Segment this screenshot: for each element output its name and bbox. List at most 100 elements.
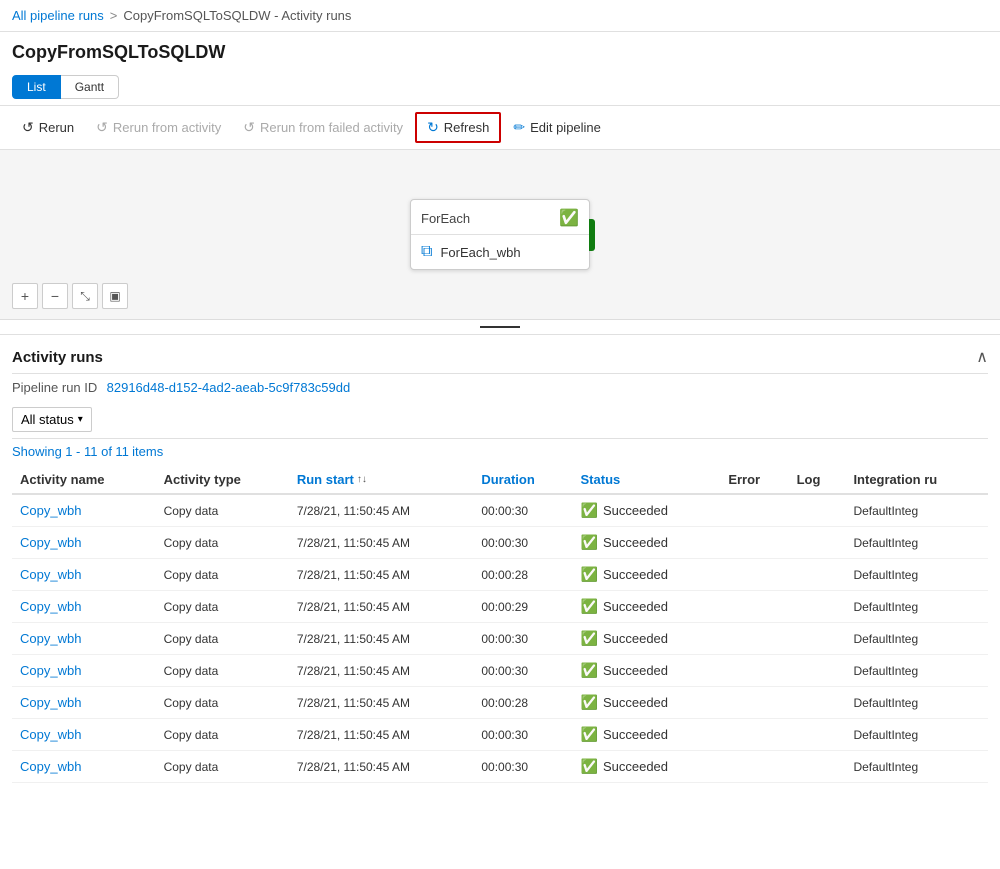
breadcrumb-current: CopyFromSQLToSQLDW - Activity runs	[123, 8, 351, 23]
rerun-button[interactable]: ↺ Rerun	[12, 114, 84, 141]
cell-error	[720, 751, 788, 783]
table-row[interactable]: Copy_wbh Copy data 7/28/21, 11:50:45 AM …	[12, 751, 988, 783]
rerun-from-failed-icon: ↺	[243, 119, 255, 136]
col-integration-runtime[interactable]: Integration ru	[845, 464, 988, 494]
edit-pipeline-button[interactable]: ✏ Edit pipeline	[503, 114, 611, 141]
rerun-from-activity-button[interactable]: ↺ Rerun from activity	[86, 114, 231, 141]
status-succeeded-icon: ✅	[581, 630, 598, 647]
table-row[interactable]: Copy_wbh Copy data 7/28/21, 11:50:45 AM …	[12, 494, 988, 527]
cell-run-start: 7/28/21, 11:50:45 AM	[289, 559, 474, 591]
col-error[interactable]: Error	[720, 464, 788, 494]
status-filter-button[interactable]: All status ▾	[12, 407, 92, 432]
status-succeeded-icon: ✅	[581, 662, 598, 679]
showing-range: 1 - 11	[65, 444, 101, 459]
cell-integration-runtime: DefaultInteg	[845, 719, 988, 751]
foreach-activity-box[interactable]: ForEach ✅ ⧉ ForEach_wbh	[410, 199, 590, 270]
cell-error	[720, 494, 788, 527]
cell-activity-name[interactable]: Copy_wbh	[12, 591, 156, 623]
cell-error	[720, 591, 788, 623]
showing-text: Showing 1 - 11 of 11 items	[12, 439, 988, 464]
activity-name-link[interactable]: Copy_wbh	[20, 663, 81, 678]
table-row[interactable]: Copy_wbh Copy data 7/28/21, 11:50:45 AM …	[12, 655, 988, 687]
cell-integration-runtime: DefaultInteg	[845, 687, 988, 719]
status-succeeded-icon: ✅	[581, 726, 598, 743]
cell-log	[789, 527, 846, 559]
rerun-from-activity-label: Rerun from activity	[113, 120, 221, 135]
cell-activity-name[interactable]: Copy_wbh	[12, 559, 156, 591]
col-run-start[interactable]: Run start ↑↓	[289, 464, 474, 494]
foreach-body: ⧉ ForEach_wbh	[411, 235, 589, 269]
activity-name-link[interactable]: Copy_wbh	[20, 727, 81, 742]
cell-activity-name[interactable]: Copy_wbh	[12, 623, 156, 655]
cell-log	[789, 559, 846, 591]
gantt-view-button[interactable]: Gantt	[61, 75, 119, 99]
activity-name-link[interactable]: Copy_wbh	[20, 631, 81, 646]
cell-duration: 00:00:30	[473, 527, 572, 559]
list-view-button[interactable]: List	[12, 75, 61, 99]
activity-name-link[interactable]: Copy_wbh	[20, 535, 81, 550]
table-row[interactable]: Copy_wbh Copy data 7/28/21, 11:50:45 AM …	[12, 719, 988, 751]
cell-activity-type: Copy data	[156, 751, 289, 783]
cell-duration: 00:00:30	[473, 751, 572, 783]
cell-status: ✅ Succeeded	[573, 751, 721, 783]
col-activity-name[interactable]: Activity name	[12, 464, 156, 494]
col-duration[interactable]: Duration	[473, 464, 572, 494]
foreach-activity-icon: ⧉	[421, 243, 432, 261]
cell-activity-name[interactable]: Copy_wbh	[12, 687, 156, 719]
col-status[interactable]: Status	[573, 464, 721, 494]
rerun-from-failed-button[interactable]: ↺ Rerun from failed activity	[233, 114, 413, 141]
foreach-header-icons: ✅	[559, 208, 579, 228]
cell-status: ✅ Succeeded	[573, 527, 721, 559]
table-row[interactable]: Copy_wbh Copy data 7/28/21, 11:50:45 AM …	[12, 527, 988, 559]
table-row[interactable]: Copy_wbh Copy data 7/28/21, 11:50:45 AM …	[12, 687, 988, 719]
col-activity-type[interactable]: Activity type	[156, 464, 289, 494]
col-log[interactable]: Log	[789, 464, 846, 494]
cell-activity-name[interactable]: Copy_wbh	[12, 655, 156, 687]
table-row[interactable]: Copy_wbh Copy data 7/28/21, 11:50:45 AM …	[12, 623, 988, 655]
activity-name-link[interactable]: Copy_wbh	[20, 503, 81, 518]
status-label: Succeeded	[603, 535, 668, 550]
cell-activity-name[interactable]: Copy_wbh	[12, 719, 156, 751]
foreach-header: ForEach ✅	[411, 200, 589, 235]
pipeline-run-id-link[interactable]: 82916d48-d152-4ad2-aeab-5c9f783c59dd	[107, 380, 351, 395]
zoom-in-button[interactable]: +	[12, 283, 38, 309]
activity-name-link[interactable]: Copy_wbh	[20, 567, 81, 582]
cell-error	[720, 655, 788, 687]
activity-name-link[interactable]: Copy_wbh	[20, 599, 81, 614]
rerun-from-failed-label: Rerun from failed activity	[260, 120, 403, 135]
table-header-row: Activity name Activity type Run start ↑↓…	[12, 464, 988, 494]
cell-status: ✅ Succeeded	[573, 559, 721, 591]
cell-run-start: 7/28/21, 11:50:45 AM	[289, 751, 474, 783]
cell-activity-type: Copy data	[156, 719, 289, 751]
activity-name-link[interactable]: Copy_wbh	[20, 695, 81, 710]
cell-integration-runtime: DefaultInteg	[845, 559, 988, 591]
pipeline-run-label: Pipeline run ID	[12, 380, 97, 395]
cell-error	[720, 559, 788, 591]
cell-integration-runtime: DefaultInteg	[845, 527, 988, 559]
cell-activity-name[interactable]: Copy_wbh	[12, 751, 156, 783]
cell-activity-name[interactable]: Copy_wbh	[12, 494, 156, 527]
status-label: Succeeded	[603, 695, 668, 710]
table-row[interactable]: Copy_wbh Copy data 7/28/21, 11:50:45 AM …	[12, 559, 988, 591]
cell-integration-runtime: DefaultInteg	[845, 494, 988, 527]
activity-runs-section: Activity runs ∧ Pipeline run ID 82916d48…	[0, 335, 1000, 783]
showing-of: of	[101, 444, 112, 459]
fit-to-screen-button[interactable]: ⤡	[72, 283, 98, 309]
zoom-out-button[interactable]: −	[42, 283, 68, 309]
all-pipeline-runs-link[interactable]: All pipeline runs	[12, 8, 104, 23]
sort-icon: ↑↓	[357, 474, 367, 485]
collapse-button[interactable]: ∧	[976, 347, 988, 367]
cell-status: ✅ Succeeded	[573, 591, 721, 623]
cell-activity-type: Copy data	[156, 591, 289, 623]
table-row[interactable]: Copy_wbh Copy data 7/28/21, 11:50:45 AM …	[12, 591, 988, 623]
activity-name-link[interactable]: Copy_wbh	[20, 759, 81, 774]
cell-duration: 00:00:29	[473, 591, 572, 623]
cell-activity-name[interactable]: Copy_wbh	[12, 527, 156, 559]
cell-log	[789, 751, 846, 783]
refresh-button[interactable]: ↻ Refresh	[415, 112, 501, 143]
frame-button[interactable]: ▣	[102, 283, 128, 309]
cell-activity-type: Copy data	[156, 655, 289, 687]
cell-error	[720, 623, 788, 655]
diagram-controls: + − ⤡ ▣	[12, 283, 128, 309]
divider-line	[480, 326, 520, 328]
